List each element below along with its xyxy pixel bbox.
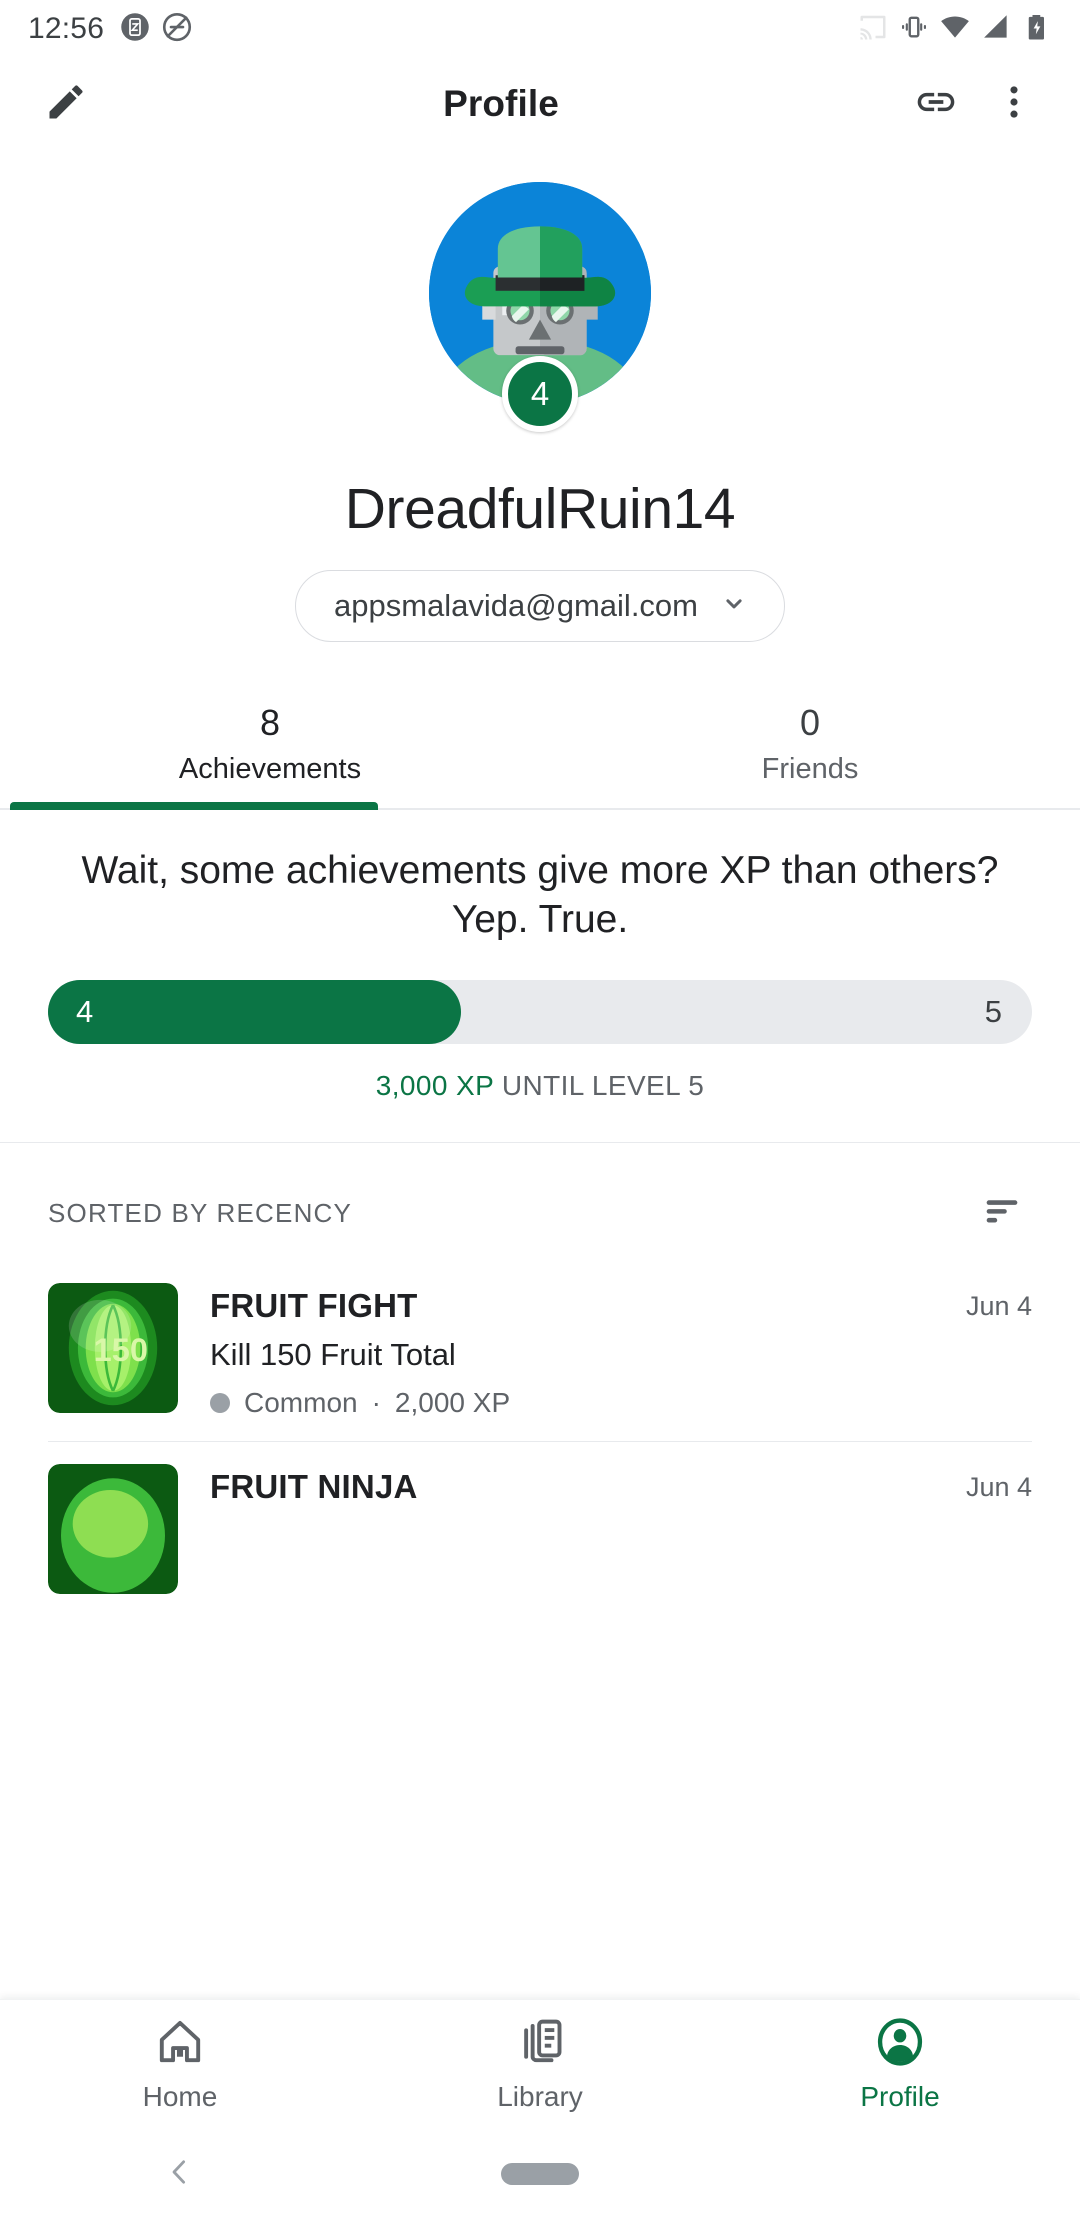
library-icon xyxy=(514,2016,566,2073)
level-progress-row: 4 5 xyxy=(48,980,1032,1045)
battery-charging-icon xyxy=(1022,12,1052,47)
overflow-menu-button[interactable] xyxy=(982,72,1046,136)
tab-friends[interactable]: 0 Friends xyxy=(540,700,1080,808)
achievement-title: FRUIT NINJA xyxy=(210,1468,418,1506)
sort-row: SORTED BY RECENCY xyxy=(0,1143,1080,1269)
system-navigation-bar xyxy=(0,2128,1080,2220)
achievement-icon-fruit-fight: 150 xyxy=(48,1283,178,1414)
svg-text:150: 150 xyxy=(94,1332,148,1368)
nav-item-library[interactable]: Library xyxy=(360,2016,720,2113)
cast-icon xyxy=(858,12,888,47)
table-row[interactable]: 150 FRUIT FIGHT Kill 150 Fruit Total Com… xyxy=(48,1269,1032,1441)
status-bar-notification-icons xyxy=(120,12,192,47)
tab-achievements-count: 8 xyxy=(259,702,281,743)
table-row[interactable]: FRUIT NINJA Jun 4 xyxy=(48,1441,1032,1616)
achievement-title: FRUIT FIGHT xyxy=(210,1287,418,1325)
achievement-meta: Common · 2,000 XP xyxy=(210,1387,948,1419)
achievements-list: 150 FRUIT FIGHT Kill 150 Fruit Total Com… xyxy=(0,1269,1080,1616)
rarity-dot-icon xyxy=(210,1393,230,1414)
nav-label-home: Home xyxy=(142,2080,218,2112)
signal-icon xyxy=(981,12,1011,47)
profile-icon xyxy=(874,2016,926,2073)
status-bar-system-icons xyxy=(858,12,1052,47)
achievement-date: Jun 4 xyxy=(965,1472,1032,1503)
sort-button[interactable] xyxy=(972,1183,1032,1243)
do-not-disturb-icon xyxy=(162,12,192,47)
status-bar-clock: 12:56 xyxy=(28,12,105,45)
page-title: Profile xyxy=(443,83,559,124)
tab-active-indicator xyxy=(10,802,378,810)
sort-label: SORTED BY RECENCY xyxy=(48,1197,353,1228)
nav-label-profile: Profile xyxy=(860,2080,940,2112)
wifi-icon xyxy=(940,12,970,47)
tab-friends-count: 0 xyxy=(799,702,821,743)
status-bar: 12:56 xyxy=(0,0,1080,58)
level-badge: 4 xyxy=(502,356,578,432)
list-scroll-fade xyxy=(0,1972,1080,2000)
back-chevron-icon xyxy=(162,2154,198,2195)
achievement-description: Kill 150 Fruit Total xyxy=(210,1337,456,1373)
more-vert-icon xyxy=(992,80,1036,129)
profile-tabs: 8 Achievements 0 Friends xyxy=(0,700,1080,810)
level-progress-bar: 4 5 xyxy=(48,980,1032,1045)
nav-label-library: Library xyxy=(497,2080,583,2112)
account-chip-row: appsmalavida@gmail.com xyxy=(0,570,1080,642)
pencil-icon xyxy=(44,80,88,129)
next-level-label: 5 xyxy=(984,994,1002,1030)
screenshot-icon xyxy=(120,12,150,47)
tab-achievements-label: Achievements xyxy=(178,753,362,785)
tab-friends-label: Friends xyxy=(761,753,859,785)
account-switcher-chip[interactable]: appsmalavida@gmail.com xyxy=(294,570,785,642)
vibrate-icon xyxy=(899,12,929,47)
sort-icon xyxy=(979,1188,1025,1239)
achievement-rarity: Common xyxy=(244,1387,358,1419)
profile-name: DreadfulRuin14 xyxy=(344,477,736,541)
xp-amount: 3,000 XP xyxy=(375,1070,494,1102)
level-progress-card: Wait, some achievements give more XP tha… xyxy=(0,810,1080,1144)
system-back-button[interactable] xyxy=(0,2154,360,2195)
edit-profile-button[interactable] xyxy=(34,72,98,136)
bottom-navigation: Home Library Profile xyxy=(0,1999,1080,2128)
xp-remaining-text: 3,000 XP UNTIL LEVEL 5 xyxy=(48,1070,1032,1102)
achievement-meta-separator: · xyxy=(371,1387,381,1419)
current-level-label: 4 xyxy=(76,994,94,1030)
home-icon xyxy=(154,2016,206,2073)
app-bar: Profile xyxy=(0,58,1080,150)
nav-item-home[interactable]: Home xyxy=(0,2016,360,2113)
tab-achievements[interactable]: 8 Achievements xyxy=(0,700,540,808)
level-progress-fill: 4 xyxy=(48,980,462,1045)
nav-item-profile[interactable]: Profile xyxy=(720,2016,1080,2113)
achievement-date: Jun 4 xyxy=(965,1291,1032,1322)
home-pill-icon xyxy=(500,2163,579,2185)
link-icon xyxy=(914,80,958,129)
achievement-xp: 2,000 XP xyxy=(394,1387,511,1419)
xp-until-level: UNTIL LEVEL 5 xyxy=(493,1070,705,1102)
share-link-button[interactable] xyxy=(904,72,968,136)
system-home-button[interactable] xyxy=(360,2163,720,2185)
chevron-down-icon xyxy=(718,588,750,625)
achievement-icon-fruit-ninja xyxy=(48,1464,178,1595)
account-email: appsmalavida@gmail.com xyxy=(333,588,698,623)
xp-headline: Wait, some achievements give more XP tha… xyxy=(81,849,999,942)
avatar-section: 4 xyxy=(0,182,1080,432)
